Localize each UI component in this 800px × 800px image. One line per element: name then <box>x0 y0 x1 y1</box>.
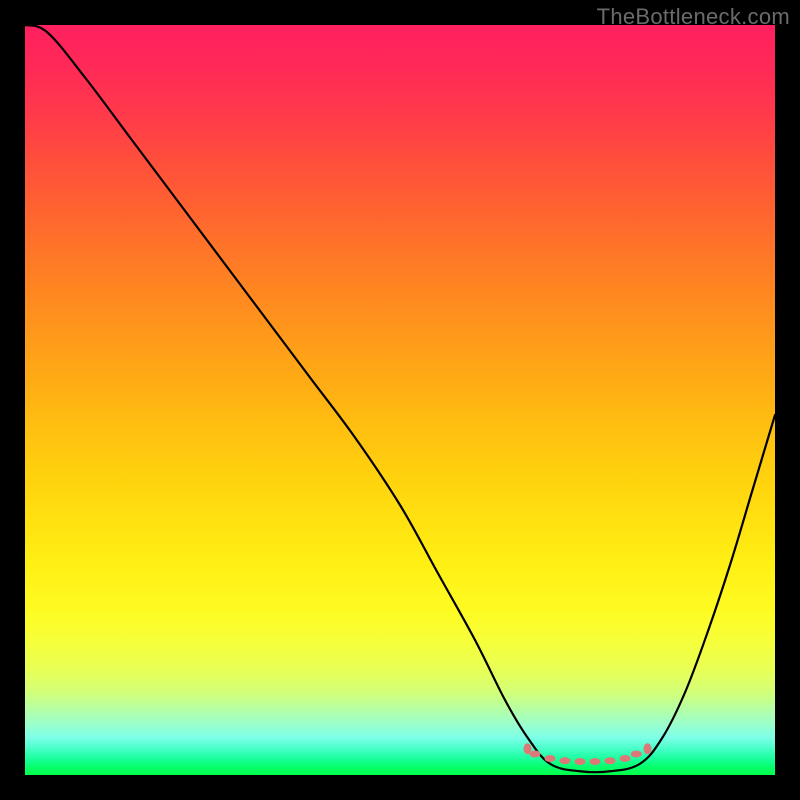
plot-area <box>25 25 775 775</box>
optimal-marker <box>560 757 571 764</box>
optimal-marker <box>631 751 642 758</box>
optimal-marker <box>590 758 601 765</box>
watermark-text: TheBottleneck.com <box>597 4 790 30</box>
optimal-marker <box>644 743 652 754</box>
optimal-zone-markers <box>524 743 652 765</box>
optimal-marker <box>620 755 631 762</box>
optimal-marker <box>575 758 586 765</box>
optimal-marker <box>545 755 556 762</box>
optimal-marker <box>530 751 541 758</box>
bottleneck-curve <box>25 25 775 772</box>
optimal-marker <box>605 757 616 764</box>
chart-svg <box>25 25 775 775</box>
